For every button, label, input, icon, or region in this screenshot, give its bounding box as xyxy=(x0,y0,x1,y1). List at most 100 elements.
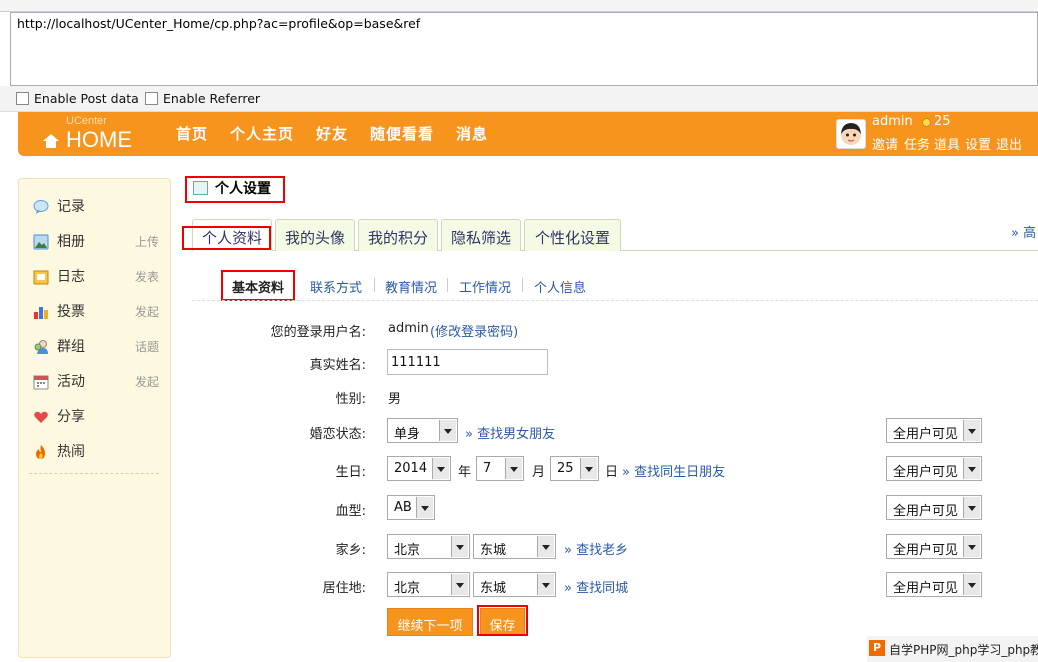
chevron-down-icon xyxy=(451,536,468,557)
bubble-icon xyxy=(33,200,49,214)
residence-city-select[interactable]: 东城 xyxy=(473,572,556,597)
coin-icon xyxy=(922,118,931,127)
header-link-invite[interactable]: 邀请 xyxy=(872,134,898,153)
realname-input[interactable]: 111111 xyxy=(387,349,548,375)
nav-profile[interactable]: 个人主页 xyxy=(230,123,294,144)
sidebar-sub-upload[interactable]: 上传 xyxy=(135,233,159,250)
group-icon xyxy=(34,340,48,354)
request-options-bar: Enable Post data Enable Referrer xyxy=(0,86,1038,112)
month-unit: 月 xyxy=(532,465,546,480)
header-link-props[interactable]: 道具 xyxy=(934,134,960,153)
birth-month-select[interactable]: 7 xyxy=(476,456,524,481)
tab-personalize[interactable]: 个性化设置 xyxy=(524,219,621,251)
birthday-label: 生日: xyxy=(335,465,366,480)
highlight-box-subtab xyxy=(221,270,295,301)
find-same-birthday-link[interactable]: » 查找同生日朋友 xyxy=(622,461,725,480)
chevron-down-icon xyxy=(580,458,597,479)
select-value: 2014 xyxy=(394,461,428,476)
next-step-button[interactable]: 继续下一项 xyxy=(387,608,473,636)
privacy-select-birthday[interactable]: 全用户可见 xyxy=(886,456,982,481)
birth-day-select[interactable]: 25 xyxy=(550,456,599,481)
select-value: 25 xyxy=(557,461,574,476)
sidebar: 记录 相册 上传 日志 发表 投票 发起 群组 话题 活动 发起 分享 热闹 xyxy=(18,178,171,658)
subtab-separator xyxy=(374,278,375,292)
sidebar-item-share[interactable]: 分享 xyxy=(33,406,159,428)
hometown-city-select[interactable]: 东城 xyxy=(473,534,556,559)
subtab-separator xyxy=(447,278,448,292)
marital-label: 婚恋状态: xyxy=(309,427,366,442)
sidebar-item-hot[interactable]: 热闹 xyxy=(33,441,159,463)
find-same-city-link[interactable]: » 查找同城 xyxy=(564,577,628,596)
residence-province-select[interactable]: 北京 xyxy=(387,572,470,597)
select-value: 全用户可见 xyxy=(893,543,959,558)
chevron-down-icon xyxy=(963,458,980,479)
tab-label: 个性化设置 xyxy=(534,229,610,247)
find-hometown-link[interactable]: » 查找老乡 xyxy=(564,539,628,558)
sidebar-item-label: 热闹 xyxy=(57,444,85,460)
subtab-personal[interactable]: 个人信息 xyxy=(534,277,586,296)
sidebar-sub-topic[interactable]: 话题 xyxy=(135,338,159,355)
header-link-logout[interactable]: 退出 xyxy=(996,134,1022,153)
enable-referrer-label: Enable Referrer xyxy=(163,91,261,106)
chevron-down-icon xyxy=(416,497,433,518)
chevron-down-icon xyxy=(963,420,980,441)
enable-referrer-checkbox[interactable] xyxy=(145,92,158,105)
subtab-contact[interactable]: 联系方式 xyxy=(310,277,362,296)
privacy-select-blood[interactable]: 全用户可见 xyxy=(886,495,982,520)
select-value: 全用户可见 xyxy=(893,427,959,442)
tab-label: 我的头像 xyxy=(284,229,345,247)
enable-post-checkbox[interactable] xyxy=(16,92,29,105)
privacy-select-residence[interactable]: 全用户可见 xyxy=(886,572,982,597)
find-partner-link[interactable]: » 查找男女朋友 xyxy=(465,423,555,442)
nav-home[interactable]: 首页 xyxy=(176,123,208,144)
sidebar-item-label: 活动 xyxy=(57,374,85,390)
chevron-down-icon xyxy=(963,574,980,595)
logo-small-text: UCenter xyxy=(66,115,107,127)
tab-avatar[interactable]: 我的头像 xyxy=(275,219,355,251)
select-value: 7 xyxy=(483,461,492,476)
sidebar-item-events[interactable]: 活动 发起 xyxy=(33,371,159,393)
nav-friends[interactable]: 好友 xyxy=(316,123,348,144)
user-name-link[interactable]: admin xyxy=(872,114,913,129)
browser-top-strip xyxy=(0,0,1038,12)
sidebar-item-label: 记录 xyxy=(57,199,85,215)
select-value: 东城 xyxy=(480,581,507,596)
header-link-tasks[interactable]: 任务 xyxy=(904,134,930,153)
privacy-select-hometown[interactable]: 全用户可见 xyxy=(886,534,982,559)
subtab-work[interactable]: 工作情况 xyxy=(459,277,511,296)
privacy-select-marital[interactable]: 全用户可见 xyxy=(886,418,982,443)
tab-more-link[interactable]: » 高 xyxy=(1011,222,1036,241)
nav-browse[interactable]: 随便看看 xyxy=(370,123,434,144)
sidebar-item-poll[interactable]: 投票 发起 xyxy=(33,301,159,323)
change-password-link[interactable]: (修改登录密码) xyxy=(430,321,518,340)
sidebar-item-groups[interactable]: 群组 话题 xyxy=(33,336,159,358)
sidebar-item-album[interactable]: 相册 上传 xyxy=(33,231,159,253)
sidebar-sub-start-poll[interactable]: 发起 xyxy=(135,303,159,320)
avatar[interactable] xyxy=(836,119,866,149)
profile-card-icon xyxy=(193,181,208,195)
bar-chart-icon xyxy=(34,307,48,319)
select-value: 北京 xyxy=(394,543,421,558)
photo-icon xyxy=(33,234,49,250)
sidebar-item-records[interactable]: 记录 xyxy=(33,196,159,218)
sidebar-sub-start-event[interactable]: 发起 xyxy=(135,373,159,390)
chevron-down-icon xyxy=(963,536,980,557)
gender-value: 男 xyxy=(388,392,402,407)
hometown-province-select[interactable]: 北京 xyxy=(387,534,470,559)
blood-type-select[interactable]: AB xyxy=(387,495,435,520)
tab-privacy[interactable]: 隐私筛选 xyxy=(441,219,521,251)
url-textarea[interactable]: http://localhost/UCenter_Home/cp.php?ac=… xyxy=(10,12,1038,86)
sidebar-sub-post[interactable]: 发表 xyxy=(135,268,159,285)
sidebar-item-blog[interactable]: 日志 发表 xyxy=(33,266,159,288)
sidebar-item-label: 相册 xyxy=(57,234,85,250)
login-name-label: 您的登录用户名: xyxy=(270,325,366,340)
subtab-education[interactable]: 教育情况 xyxy=(385,277,437,296)
tab-credits[interactable]: 我的积分 xyxy=(358,219,438,251)
logo-home-text[interactable]: HOME xyxy=(66,127,132,153)
chevron-down-icon xyxy=(432,458,449,479)
nav-messages[interactable]: 消息 xyxy=(456,123,488,144)
birth-year-select[interactable]: 2014 xyxy=(387,456,451,481)
header-link-settings[interactable]: 设置 xyxy=(965,134,991,153)
marital-select[interactable]: 单身 xyxy=(387,418,458,443)
site-header: UCenter HOME 首页 个人主页 好友 随便看看 消息 admin 25… xyxy=(18,112,1038,156)
